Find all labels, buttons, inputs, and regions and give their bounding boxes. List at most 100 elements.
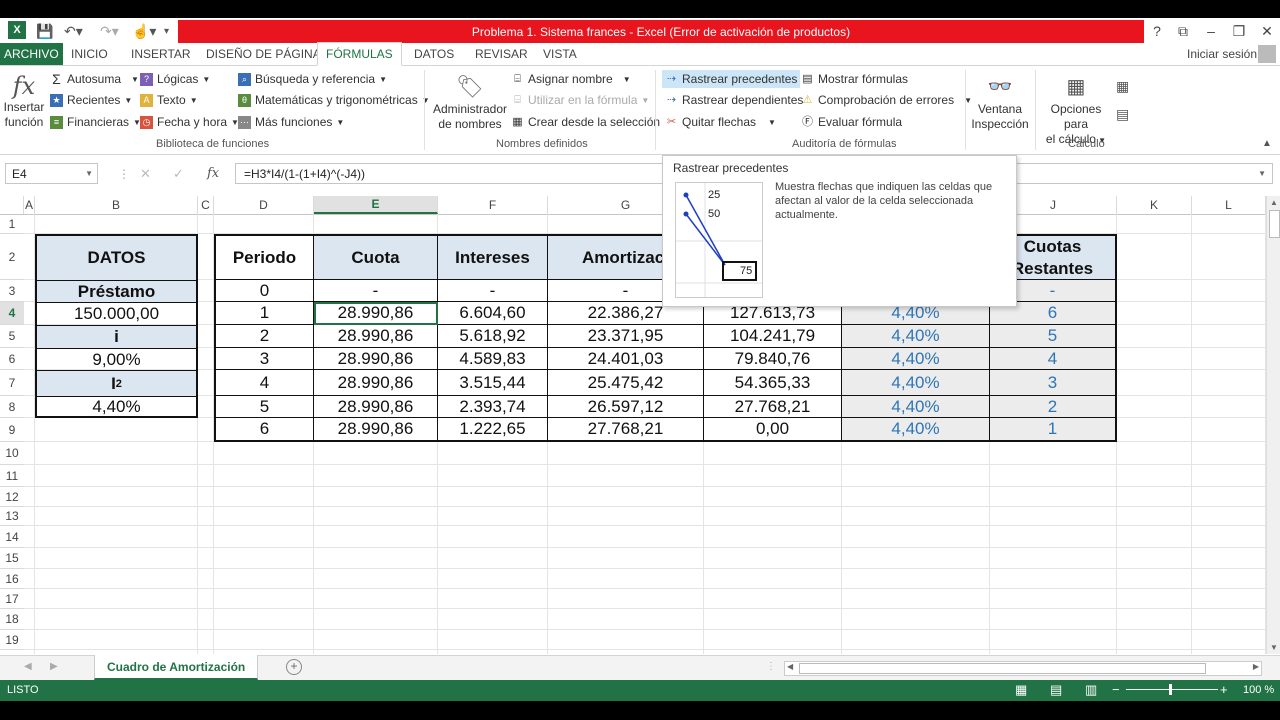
i2-value[interactable]: 4,40% (35, 396, 198, 418)
i-label[interactable]: i (35, 325, 198, 348)
zoom-out-button[interactable]: − (1112, 682, 1120, 697)
table-cell-r3-c3[interactable]: 24.401,03 (548, 348, 704, 370)
zoom-level[interactable]: 100 % (1243, 684, 1274, 696)
row-header-12[interactable]: 12 (0, 487, 24, 507)
touch-mode-icon[interactable]: ☝▾ (132, 20, 156, 42)
horizontal-scrollbar[interactable]: ◀ ▶ (784, 661, 1262, 676)
table-cell-r2-c5[interactable]: 4,40% (842, 325, 990, 348)
tab-data[interactable]: DATOS (414, 43, 454, 65)
ribbon-display-icon[interactable]: ⧉ (1170, 20, 1196, 42)
financial-button[interactable]: ≡ Financieras ▼ (50, 115, 141, 129)
help-icon[interactable]: ? (1144, 20, 1170, 42)
tab-home[interactable]: INICIO (71, 43, 108, 65)
table-cell-r1-c0[interactable]: 1 (214, 302, 314, 325)
show-formulas-button[interactable]: ▤ Mostrar fórmulas (801, 72, 908, 86)
row-header-8[interactable]: 8 (0, 396, 24, 418)
table-header-2[interactable]: Intereses (438, 234, 548, 280)
table-cell-r2-c6[interactable]: 5 (990, 325, 1117, 348)
row-header-19[interactable]: 19 (0, 630, 24, 650)
row-header-4[interactable]: 4 (0, 302, 24, 325)
table-cell-r3-c1[interactable]: 28.990,86 (314, 348, 438, 370)
row-header-2[interactable]: 2 (0, 234, 24, 280)
scroll-thumb[interactable] (1269, 210, 1280, 238)
add-sheet-icon[interactable]: + (286, 659, 302, 675)
name-manager-button[interactable]: 🏷 Administrador de nombres (432, 72, 508, 132)
table-cell-r1-c2[interactable]: 6.604,60 (438, 302, 548, 325)
row-header-6[interactable]: 6 (0, 348, 24, 370)
column-header-K[interactable]: K (1117, 196, 1192, 214)
selected-cell-E4[interactable]: 28.990,86 (314, 302, 438, 325)
i-value[interactable]: 9,00% (35, 348, 198, 370)
error-checking-button[interactable]: ⚠ Comprobación de errores ▼ (801, 93, 972, 107)
prestamo-label[interactable]: Préstamo (35, 280, 198, 302)
table-cell-r5-c2[interactable]: 2.393,74 (438, 396, 548, 418)
calc-now-icon[interactable]: ▦ (1116, 78, 1129, 95)
cancel-icon[interactable]: ✕ (140, 166, 151, 182)
table-cell-r6-c0[interactable]: 6 (214, 418, 314, 442)
table-cell-r5-c0[interactable]: 5 (214, 396, 314, 418)
table-header-1[interactable]: Cuota (314, 234, 438, 280)
text-button[interactable]: A Texto ▼ (140, 93, 198, 107)
excel-logo-icon[interactable]: X (8, 21, 26, 39)
column-header-F[interactable]: F (438, 196, 548, 214)
row-header-14[interactable]: 14 (0, 526, 24, 548)
chevron-down-icon[interactable]: ▼ (85, 169, 93, 178)
page-layout-view-icon[interactable]: ▤ (1050, 682, 1062, 698)
minimize-button[interactable]: – (1198, 20, 1224, 42)
table-cell-r2-c2[interactable]: 5.618,92 (438, 325, 548, 348)
row-header-9[interactable]: 9 (0, 418, 24, 442)
fx-button[interactable]: fx (207, 166, 219, 181)
name-box[interactable]: E4 ▼ (5, 163, 98, 184)
save-icon[interactable]: 💾 (36, 20, 53, 42)
table-cell-r3-c5[interactable]: 4,40% (842, 348, 990, 370)
tab-file[interactable]: ARCHIVO (0, 43, 63, 65)
sign-in-link[interactable]: Iniciar sesión (1187, 43, 1257, 65)
table-cell-r6-c1[interactable]: 28.990,86 (314, 418, 438, 442)
worksheet-grid[interactable]: 1 2 3 4 5 6 7 8 9 10 11 12 13 14 15 16 17 18 19 DATOS Présta… (0, 214, 1266, 654)
autosum-button[interactable]: Σ Autosuma ▼ (50, 72, 139, 87)
create-from-selection-button[interactable]: ▦ Crear desde la selección (511, 115, 660, 129)
table-cell-r0-c2[interactable]: - (438, 280, 548, 302)
table-cell-r3-c2[interactable]: 4.589,83 (438, 348, 548, 370)
maximize-button[interactable]: ❐ (1226, 20, 1252, 42)
use-in-formula-button[interactable]: ⌸ Utilizar en la fórmula ▼ (511, 93, 649, 107)
prestamo-value[interactable]: 150.000,00 (35, 302, 198, 325)
trace-dependents-button[interactable]: ⇢ Rastrear dependientes (665, 93, 804, 107)
tab-insert[interactable]: INSERTAR (131, 43, 191, 65)
table-cell-r4-c6[interactable]: 3 (990, 370, 1117, 396)
row-header-11[interactable]: 11 (0, 465, 24, 487)
redo-icon[interactable]: ↷▾ (100, 20, 119, 42)
next-sheet-icon[interactable]: ▶ (50, 661, 58, 672)
hscroll-thumb[interactable] (799, 663, 1206, 674)
table-cell-r4-c3[interactable]: 25.475,42 (548, 370, 704, 396)
table-cell-r2-c1[interactable]: 28.990,86 (314, 325, 438, 348)
recent-button[interactable]: ★ Recientes ▼ (50, 93, 132, 107)
row-header-17[interactable]: 17 (0, 589, 24, 609)
undo-icon[interactable]: ↶▾ (64, 20, 83, 42)
row-header-15[interactable]: 15 (0, 548, 24, 569)
page-break-view-icon[interactable]: ▥ (1085, 682, 1097, 698)
column-header-L[interactable]: L (1192, 196, 1266, 214)
column-header-B[interactable]: B (35, 196, 198, 214)
insert-function-button[interactable]: fx Insertar función (2, 72, 46, 130)
zoom-thumb[interactable] (1169, 684, 1172, 695)
math-button[interactable]: θ Matemáticas y trigonométricas ▼ (238, 93, 430, 107)
chevron-down-icon[interactable]: ▼ (1258, 169, 1266, 178)
table-cell-r6-c5[interactable]: 4,40% (842, 418, 990, 442)
table-cell-r2-c0[interactable]: 2 (214, 325, 314, 348)
table-cell-r6-c2[interactable]: 1.222,65 (438, 418, 548, 442)
table-cell-r4-c5[interactable]: 4,40% (842, 370, 990, 396)
table-cell-r3-c0[interactable]: 3 (214, 348, 314, 370)
scroll-right-icon[interactable]: ▶ (1253, 662, 1259, 671)
table-cell-r5-c4[interactable]: 27.768,21 (704, 396, 842, 418)
select-all-corner[interactable] (0, 196, 24, 214)
zoom-in-button[interactable]: + (1220, 682, 1228, 697)
table-cell-r4-c0[interactable]: 4 (214, 370, 314, 396)
table-cell-r0-c0[interactable]: 0 (214, 280, 314, 302)
scroll-left-icon[interactable]: ◀ (787, 662, 793, 671)
tab-review[interactable]: REVISAR (475, 43, 528, 65)
zoom-slider[interactable] (1126, 689, 1218, 690)
table-header-0[interactable]: Periodo (214, 234, 314, 280)
prev-sheet-icon[interactable]: ◀ (24, 661, 32, 672)
row-header-1[interactable]: 1 (0, 214, 24, 234)
